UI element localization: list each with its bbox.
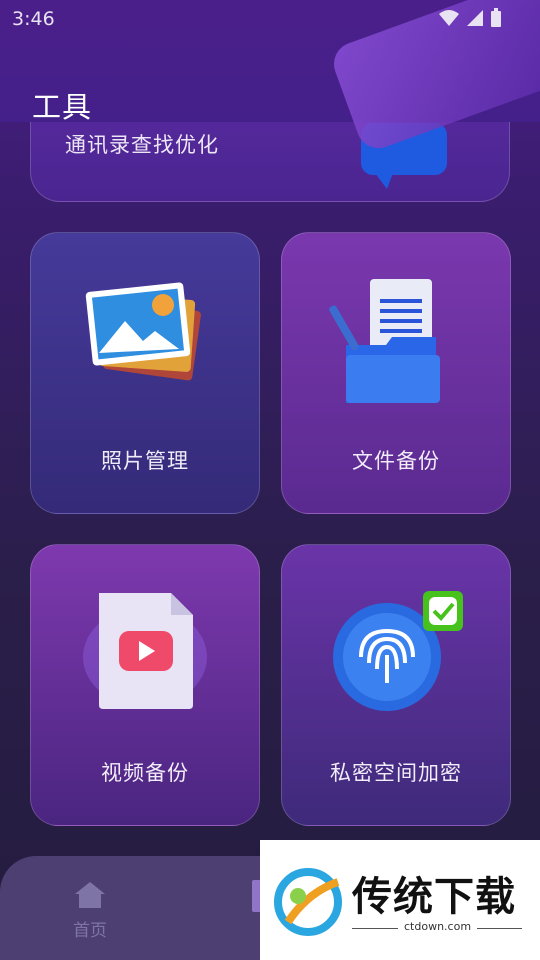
document-folder-icon [329, 279, 440, 403]
page-title: 工具 [32, 90, 93, 124]
status-bar: 3:46 [0, 0, 540, 36]
status-time: 3:46 [12, 8, 55, 30]
file-backup-tile[interactable]: 文件备份 [281, 232, 511, 514]
fingerprint-lock-icon [333, 591, 463, 711]
watermark-logo-icon [274, 868, 342, 936]
battery-icon [491, 8, 501, 27]
home-icon [75, 882, 105, 908]
nav-home[interactable]: 首页 [70, 880, 110, 941]
private-space-encryption-label: 私密空间加密 [330, 761, 462, 785]
photo-management-tile[interactable]: 照片管理 [30, 232, 260, 514]
contact-optimize-label: 通讯录查找优化 [65, 133, 219, 157]
signal-icon [467, 10, 483, 26]
video-backup-label: 视频备份 [101, 761, 189, 785]
nav-home-label: 首页 [73, 921, 107, 941]
watermark-overlay: 传统下载 ctdown.com [260, 840, 540, 960]
private-space-encryption-tile[interactable]: 私密空间加密 [281, 544, 511, 826]
photo-stack-icon [85, 282, 201, 381]
video-backup-tile[interactable]: 视频备份 [30, 544, 260, 826]
photo-management-label: 照片管理 [101, 449, 189, 473]
watermark-site: ctdown.com [398, 920, 478, 933]
file-backup-label: 文件备份 [352, 449, 440, 473]
watermark-title: 传统下载 [352, 874, 516, 920]
wifi-icon [439, 10, 459, 26]
video-file-icon [83, 593, 207, 709]
